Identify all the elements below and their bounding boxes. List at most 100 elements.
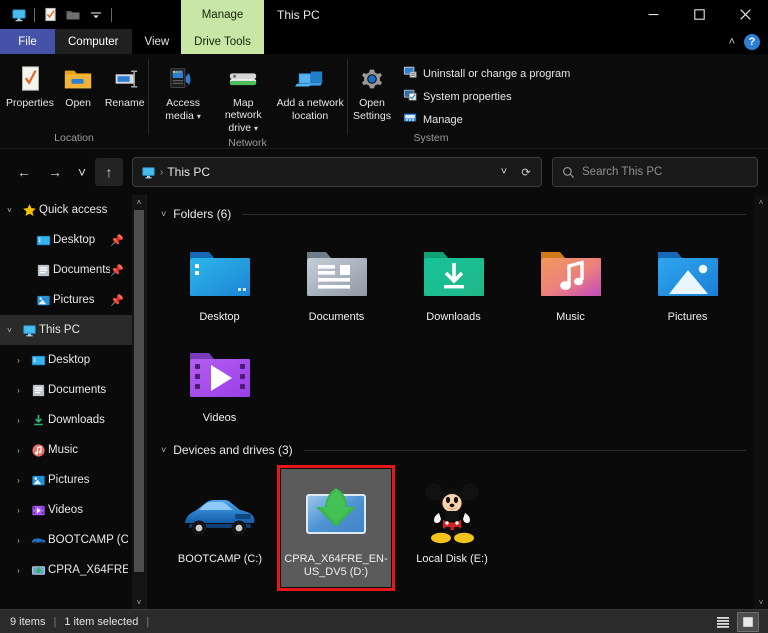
tile-local-disk-e[interactable]: Local Disk (E:) [397, 469, 507, 587]
sidebar-item-desktop-quick[interactable]: Desktop 📌 [0, 225, 132, 255]
sidebar-item-music[interactable]: › Music [0, 435, 132, 465]
tile-documents[interactable]: Documents [278, 231, 395, 332]
collapse-ribbon-button[interactable]: ˄ [729, 36, 735, 48]
sidebar-scrollbar-thumb[interactable] [134, 210, 144, 572]
sidebar-item-downloads[interactable]: › Downloads [0, 405, 132, 435]
new-folder-icon[interactable] [63, 5, 83, 25]
uninstall-program-icon [403, 65, 417, 82]
scroll-up-icon[interactable]: ˄ [137, 195, 142, 209]
qat-divider-1 [34, 8, 35, 22]
scroll-up-icon[interactable]: ˄ [754, 195, 768, 209]
music-folder-icon [28, 443, 48, 458]
access-media-button[interactable]: Access media ▾ [153, 60, 213, 125]
sidebar-item-documents-quick[interactable]: Documents 📌 [0, 255, 132, 285]
tile-label: Music [556, 311, 585, 324]
chevron-down-icon[interactable]: ˅ [161, 209, 166, 219]
help-button[interactable]: ? [744, 34, 760, 50]
up-button[interactable]: ↑ [95, 158, 123, 186]
open-button[interactable]: Open [55, 60, 102, 111]
sidebar-item-pictures[interactable]: › Pictures [0, 465, 132, 495]
chevron-down-icon[interactable]: ˅ [0, 206, 19, 215]
sidebar-item-quick-access[interactable]: ˅ Quick access [0, 195, 132, 225]
sidebar-item-label: Desktop [48, 354, 90, 366]
minimize-button[interactable] [630, 0, 676, 29]
sidebar-item-videos[interactable]: › Videos [0, 495, 132, 525]
open-settings-button[interactable]: Open Settings [352, 60, 392, 124]
navigation-tree: ˅ Quick access Desktop 📌 [0, 195, 132, 609]
group-header-devices-and-drives[interactable]: ˅ Devices and drives (3) [161, 439, 754, 461]
rename-button[interactable]: Rename [101, 60, 148, 111]
sidebar-item-bootcamp-c[interactable]: › BOOTCAMP (C:) [0, 525, 132, 555]
sidebar-item-label: Desktop [53, 234, 95, 246]
tile-desktop[interactable]: Desktop [161, 231, 278, 332]
pin-icon[interactable]: 📌 [110, 234, 128, 247]
chevron-down-icon[interactable]: ˅ [0, 326, 19, 335]
tile-downloads[interactable]: Downloads [395, 231, 512, 332]
details-view-button[interactable] [712, 612, 734, 632]
group-divider [242, 214, 746, 215]
sidebar-item-pictures-quick[interactable]: Pictures 📌 [0, 285, 132, 315]
scroll-down-icon[interactable]: ˅ [754, 595, 768, 609]
close-button[interactable] [722, 0, 768, 29]
this-pc-icon[interactable] [9, 5, 29, 25]
sidebar-item-this-pc[interactable]: ˅ This PC [0, 315, 132, 345]
chevron-right-icon[interactable]: › [9, 536, 28, 545]
large-icons-view-button[interactable] [737, 612, 759, 632]
chevron-right-icon[interactable]: › [9, 356, 28, 365]
address-dropdown-button[interactable]: ˅ [493, 159, 515, 185]
tile-cpra-x64fre-en-us-dv5-d[interactable]: CPRA_X64FRE_EN-US_DV5 (D:) [281, 469, 391, 587]
tile-videos[interactable]: Videos [161, 332, 278, 433]
tile-label: Desktop [199, 311, 239, 324]
chevron-down-icon[interactable]: ˅ [161, 445, 166, 455]
sidebar-item-cpra-x64fre-en[interactable]: › CPRA_X64FRE_EN [0, 555, 132, 585]
tab-drive-tools[interactable]: Drive Tools [181, 29, 264, 54]
tile-bootcamp-c[interactable]: BOOTCAMP (C:) [165, 469, 275, 587]
address-bar[interactable]: › This PC ˅ ⟳ [132, 157, 542, 187]
scroll-down-icon[interactable]: ˅ [137, 595, 142, 609]
tab-view[interactable]: View [132, 29, 183, 54]
add-network-location-button[interactable]: Add a network location [273, 60, 347, 124]
chevron-right-icon[interactable]: › [9, 386, 28, 395]
properties-icon[interactable] [40, 5, 60, 25]
customize-dropdown-icon[interactable] [86, 5, 106, 25]
chevron-right-icon[interactable]: › [9, 416, 28, 425]
chevron-right-icon[interactable]: › [9, 446, 28, 455]
system-properties-button[interactable]: System properties [398, 86, 575, 107]
uninstall-program-button[interactable]: Uninstall or change a program [398, 63, 575, 84]
open-settings-label2: Settings [353, 109, 391, 122]
manage-button[interactable]: Manage [398, 109, 575, 130]
search-box[interactable]: Search This PC [552, 157, 758, 187]
chevron-right-icon[interactable]: › [9, 506, 28, 515]
ribbon-group-label-location: Location [0, 132, 148, 148]
group-header-folders[interactable]: ˅ Folders (6) [161, 203, 754, 225]
back-button[interactable]: ← [10, 158, 38, 186]
pin-icon[interactable]: 📌 [110, 294, 128, 307]
dvd-drive-icon [28, 563, 48, 578]
refresh-button[interactable]: ⟳ [515, 159, 537, 185]
recent-locations-button[interactable]: ˅ [72, 158, 92, 186]
map-network-drive-button[interactable]: Map network drive ▾ [213, 60, 273, 137]
breadcrumb[interactable]: › This PC [141, 165, 493, 180]
sidebar-scrollbar[interactable]: ˄ ˅ [132, 195, 146, 609]
tab-computer[interactable]: Computer [55, 29, 132, 54]
status-separator: | [45, 616, 64, 628]
sidebar-item-documents[interactable]: › Documents [0, 375, 132, 405]
open-settings-label: Open [359, 96, 385, 109]
properties-label: Properties [6, 96, 54, 109]
tab-file[interactable]: File [0, 29, 55, 54]
forward-button[interactable]: → [41, 158, 69, 186]
pin-icon[interactable]: 📌 [110, 264, 128, 277]
contextual-tab-group-manage[interactable]: Manage [181, 0, 264, 29]
content-scrollbar[interactable]: ˄ ˅ [754, 195, 768, 609]
this-pc-icon [19, 323, 39, 338]
properties-button[interactable]: Properties [5, 60, 55, 111]
chevron-right-icon[interactable]: › [9, 476, 28, 485]
tile-pictures[interactable]: Pictures [629, 231, 746, 332]
chevron-right-icon[interactable]: › [9, 566, 28, 575]
window-title: This PC [277, 0, 320, 29]
status-separator-2: | [138, 616, 157, 628]
sidebar-item-desktop[interactable]: › Desktop [0, 345, 132, 375]
tile-music[interactable]: Music [512, 231, 629, 332]
breadcrumb-segment-this-pc[interactable]: This PC [167, 165, 210, 179]
maximize-button[interactable] [676, 0, 722, 29]
